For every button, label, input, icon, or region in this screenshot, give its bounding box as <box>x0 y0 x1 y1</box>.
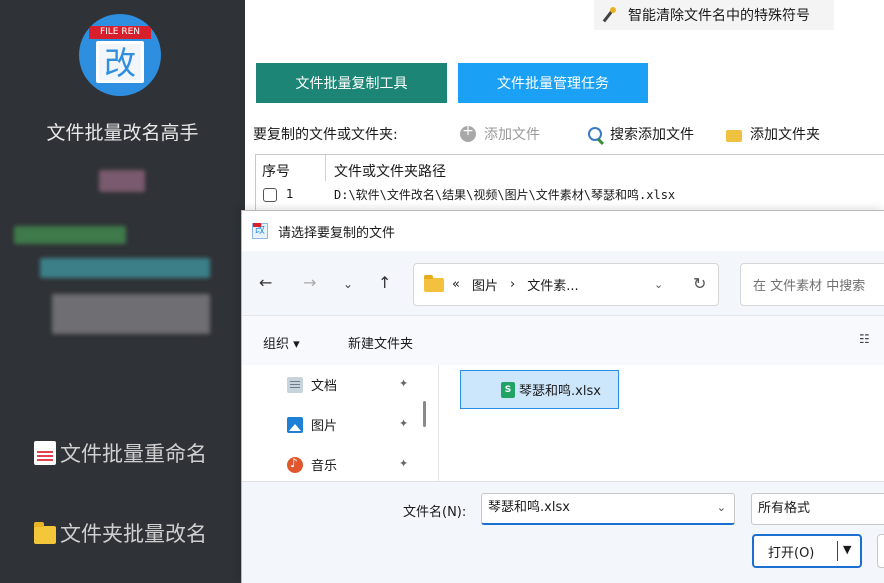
add-file-label: 添加文件 <box>484 127 540 143</box>
nav-item-label: 图片 <box>311 419 338 434</box>
blurred-content <box>14 226 126 244</box>
filename-value: 琴瑟和鸣.xlsx <box>488 500 570 515</box>
file-name: 琴瑟和鸣.xlsx <box>519 384 601 399</box>
nav-item-label: 音乐 <box>311 459 338 474</box>
music-icon <box>287 456 303 473</box>
sidebar-item-label: 文件夹批量改名 <box>60 522 207 546</box>
pin-icon[interactable]: ✦ <box>399 377 408 390</box>
pictures-icon <box>287 416 303 433</box>
sidebar-item-label: 文件批量重命名 <box>60 442 207 466</box>
table-header: 序号 文件或文件夹路径 <box>256 155 884 181</box>
add-folder-button[interactable]: 添加文件夹 <box>726 124 820 144</box>
tab-batch-copy[interactable]: 文件批量复制工具 <box>256 63 447 103</box>
folder-icon <box>34 522 56 544</box>
cancel-button[interactable] <box>877 534 884 568</box>
open-button-label: 打开(O) <box>768 545 815 561</box>
filename-input[interactable]: 琴瑟和鸣.xlsx ⌄ <box>481 493 735 525</box>
add-icon <box>460 123 476 142</box>
add-file-button[interactable]: 添加文件 <box>460 123 540 144</box>
filetype-select[interactable]: 所有格式 <box>751 493 884 525</box>
breadcrumb-current[interactable]: 文件素... <box>527 275 578 294</box>
dialog-title-bar[interactable]: 改 请选择要复制的文件 <box>242 211 884 251</box>
row-checkbox[interactable] <box>263 188 277 202</box>
documents-icon <box>287 376 303 393</box>
split-divider <box>837 541 838 561</box>
dialog-command-bar: 组织 ▾ 新建文件夹 ☷ <box>242 315 884 365</box>
file-open-dialog: 改 请选择要复制的文件 ← → ⌄ ↑ « 图片 › 文件素... ⌄ ↻ 在 … <box>241 210 884 583</box>
blurred-content <box>40 258 210 278</box>
app-icon: 改 <box>252 223 268 239</box>
dialog-nav-bar: ← → ⌄ ↑ « 图片 › 文件素... ⌄ ↻ 在 文件素材 中搜索 <box>242 251 884 315</box>
address-bar[interactable]: « 图片 › 文件素... ⌄ ↻ <box>413 263 719 306</box>
sidebar-item-file-rename[interactable]: 文件批量重命名 <box>34 438 207 468</box>
search-input[interactable]: 在 文件素材 中搜索 <box>740 263 884 306</box>
add-folder-label: 添加文件夹 <box>750 127 820 143</box>
logo-glyph: 改 <box>96 41 144 83</box>
nav-item-label: 文档 <box>311 379 338 394</box>
breadcrumb-separator[interactable]: › <box>510 277 515 292</box>
nav-item-music[interactable]: 音乐 <box>287 455 337 474</box>
file-list-pane: S 琴瑟和鸣.xlsx <box>439 365 884 481</box>
forward-button[interactable]: → <box>303 273 316 292</box>
search-icon <box>588 127 602 141</box>
dialog-footer: 文件名(N): 琴瑟和鸣.xlsx ⌄ 所有格式 打开(O) ▼ <box>242 481 884 583</box>
search-add-file-label: 搜索添加文件 <box>610 127 694 143</box>
blurred-content <box>99 170 145 192</box>
app-title: 文件批量改名高手 <box>46 122 199 144</box>
organize-button[interactable]: 组织 ▾ <box>263 333 300 352</box>
refresh-icon[interactable]: ↻ <box>693 274 706 293</box>
chevron-down-icon[interactable]: ▼ <box>843 543 851 556</box>
recent-locations-button[interactable]: ⌄ <box>343 277 353 291</box>
breadcrumb-pictures[interactable]: 图片 <box>472 275 498 294</box>
folder-icon <box>424 274 444 292</box>
document-icon <box>34 441 56 465</box>
chevron-down-icon[interactable]: ⌄ <box>717 494 726 522</box>
spreadsheet-file-icon: S <box>501 382 515 398</box>
logo-tag: FILE REN <box>89 26 151 39</box>
view-options-icon[interactable]: ☷ <box>859 332 870 346</box>
app-logo: FILE REN 改 <box>79 14 161 96</box>
tab-batch-manage[interactable]: 文件批量管理任务 <box>458 63 648 103</box>
up-button[interactable]: ↑ <box>378 273 391 292</box>
dialog-title: 请选择要复制的文件 <box>278 225 396 241</box>
blurred-content <box>52 294 210 334</box>
magic-wand-icon <box>600 7 616 23</box>
folder-add-icon <box>726 129 742 142</box>
row-path: D:\软件\文件改名\结果\视频\图片\文件素材\琴瑟和鸣.xlsx <box>334 188 676 202</box>
column-divider[interactable] <box>325 155 326 181</box>
search-add-file-button[interactable]: 搜索添加文件 <box>588 124 694 144</box>
filename-label: 文件名(N): <box>403 505 467 520</box>
column-header-no: 序号 <box>262 164 290 180</box>
clean-special-chars-button[interactable]: 智能清除文件名中的特殊符号 <box>594 0 834 30</box>
new-folder-button[interactable]: 新建文件夹 <box>348 333 413 352</box>
column-header-path: 文件或文件夹路径 <box>334 164 446 180</box>
sidebar: FILE REN 改 文件批量改名高手 文件批量重命名 文件夹批量改名 <box>0 0 245 583</box>
nav-item-pictures[interactable]: 图片 <box>287 415 337 434</box>
pin-icon[interactable]: ✦ <box>399 417 408 430</box>
pin-icon[interactable]: ✦ <box>399 457 408 470</box>
back-button[interactable]: ← <box>259 273 272 292</box>
table-row[interactable]: 1 D:\软件\文件改名\结果\视频\图片\文件素材\琴瑟和鸣.xlsx <box>256 183 884 205</box>
navigation-pane: 文档 ✦ 图片 ✦ 音乐 ✦ <box>242 365 438 481</box>
address-overflow[interactable]: « <box>452 277 460 292</box>
sidebar-item-folder-rename[interactable]: 文件夹批量改名 <box>34 518 207 548</box>
file-item-selected[interactable]: S 琴瑟和鸣.xlsx <box>460 370 619 409</box>
nav-item-documents[interactable]: 文档 <box>287 375 337 394</box>
open-button[interactable]: 打开(O) ▼ <box>752 534 862 568</box>
clean-special-chars-label: 智能清除文件名中的特殊符号 <box>628 8 810 24</box>
chevron-down-icon[interactable]: ⌄ <box>654 278 663 291</box>
file-table: 序号 文件或文件夹路径 1 D:\软件\文件改名\结果\视频\图片\文件素材\琴… <box>255 154 884 212</box>
nav-pane-scrollbar[interactable] <box>423 401 426 427</box>
source-label: 要复制的文件或文件夹: <box>253 127 398 143</box>
row-number: 1 <box>286 187 294 201</box>
